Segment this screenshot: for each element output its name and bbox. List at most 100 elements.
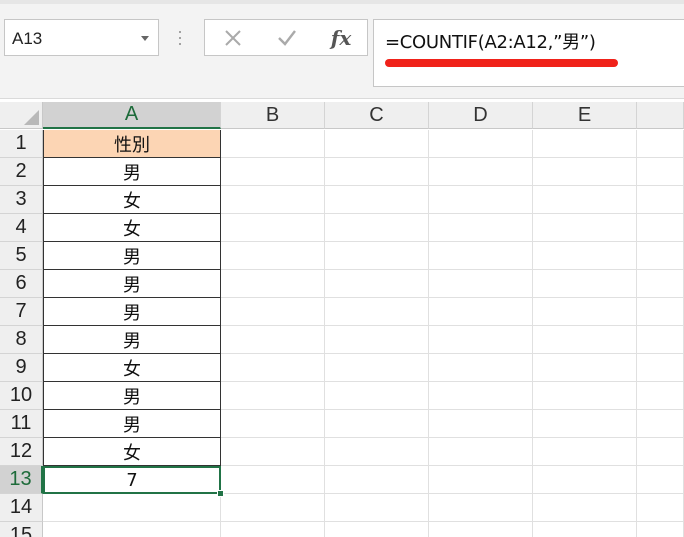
cell-d6[interactable] — [429, 270, 533, 298]
cell-a11[interactable]: 男 — [43, 410, 221, 438]
row-header-3[interactable]: 3 — [0, 186, 43, 214]
cell-f8[interactable] — [637, 326, 684, 354]
cell-b10[interactable] — [221, 382, 325, 410]
cell-a13[interactable]: 7 — [43, 466, 221, 494]
cell-d14[interactable] — [429, 494, 533, 522]
cell-c5[interactable] — [325, 242, 429, 270]
cell-b7[interactable] — [221, 298, 325, 326]
cell-a3[interactable]: 女 — [43, 186, 221, 214]
cell-b3[interactable] — [221, 186, 325, 214]
row-header-13[interactable]: 13 — [0, 466, 43, 494]
cell-a15[interactable] — [43, 522, 221, 537]
cancel-button[interactable] — [211, 20, 255, 55]
column-header-f[interactable] — [637, 102, 684, 129]
cell-e8[interactable] — [533, 326, 637, 354]
cell-c7[interactable] — [325, 298, 429, 326]
cell-c8[interactable] — [325, 326, 429, 354]
cell-c2[interactable] — [325, 158, 429, 186]
cell-f10[interactable] — [637, 382, 684, 410]
row-header-10[interactable]: 10 — [0, 382, 43, 410]
row-header-9[interactable]: 9 — [0, 354, 43, 382]
cell-c10[interactable] — [325, 382, 429, 410]
cell-d9[interactable] — [429, 354, 533, 382]
cell-c11[interactable] — [325, 410, 429, 438]
cell-e7[interactable] — [533, 298, 637, 326]
column-header-a[interactable]: A — [43, 102, 221, 129]
cell-f3[interactable] — [637, 186, 684, 214]
cell-d13[interactable] — [429, 466, 533, 494]
cell-e6[interactable] — [533, 270, 637, 298]
cell-e5[interactable] — [533, 242, 637, 270]
cell-b11[interactable] — [221, 410, 325, 438]
cell-b14[interactable] — [221, 494, 325, 522]
cell-f14[interactable] — [637, 494, 684, 522]
cell-c1[interactable] — [325, 130, 429, 158]
cell-a5[interactable]: 男 — [43, 242, 221, 270]
cell-c3[interactable] — [325, 186, 429, 214]
cell-a8[interactable]: 男 — [43, 326, 221, 354]
cell-e12[interactable] — [533, 438, 637, 466]
row-header-8[interactable]: 8 — [0, 326, 43, 354]
cell-a14[interactable] — [43, 494, 221, 522]
cell-e2[interactable] — [533, 158, 637, 186]
cell-f4[interactable] — [637, 214, 684, 242]
cell-b8[interactable] — [221, 326, 325, 354]
row-header-1[interactable]: 1 — [0, 130, 43, 158]
cell-e14[interactable] — [533, 494, 637, 522]
cell-d5[interactable] — [429, 242, 533, 270]
column-header-c[interactable]: C — [325, 102, 429, 129]
cell-f5[interactable] — [637, 242, 684, 270]
cell-a7[interactable]: 男 — [43, 298, 221, 326]
cell-e1[interactable] — [533, 130, 637, 158]
column-header-d[interactable]: D — [429, 102, 533, 129]
cell-d2[interactable] — [429, 158, 533, 186]
cell-e11[interactable] — [533, 410, 637, 438]
cell-f13[interactable] — [637, 466, 684, 494]
cell-a12[interactable]: 女 — [43, 438, 221, 466]
cell-a4[interactable]: 女 — [43, 214, 221, 242]
cell-c12[interactable] — [325, 438, 429, 466]
row-header-2[interactable]: 2 — [0, 158, 43, 186]
cell-c13[interactable] — [325, 466, 429, 494]
insert-function-button[interactable]: fx — [319, 20, 363, 55]
cell-c6[interactable] — [325, 270, 429, 298]
cell-c14[interactable] — [325, 494, 429, 522]
row-header-5[interactable]: 5 — [0, 242, 43, 270]
cell-b5[interactable] — [221, 242, 325, 270]
row-header-11[interactable]: 11 — [0, 410, 43, 438]
row-header-7[interactable]: 7 — [0, 298, 43, 326]
cell-e10[interactable] — [533, 382, 637, 410]
cell-b2[interactable] — [221, 158, 325, 186]
cell-d3[interactable] — [429, 186, 533, 214]
cell-d4[interactable] — [429, 214, 533, 242]
chevron-down-icon[interactable] — [141, 36, 149, 41]
formula-input[interactable]: =COUNTIF(A2:A12,”男”) — [373, 19, 684, 87]
cell-a10[interactable]: 男 — [43, 382, 221, 410]
cell-f9[interactable] — [637, 354, 684, 382]
cell-f12[interactable] — [637, 438, 684, 466]
cell-b1[interactable] — [221, 130, 325, 158]
grip-handle-icon[interactable] — [178, 28, 182, 48]
row-header-4[interactable]: 4 — [0, 214, 43, 242]
cell-f6[interactable] — [637, 270, 684, 298]
cell-d12[interactable] — [429, 438, 533, 466]
cell-e9[interactable] — [533, 354, 637, 382]
row-header-15[interactable]: 15 — [0, 522, 43, 537]
cell-b12[interactable] — [221, 438, 325, 466]
cell-e3[interactable] — [533, 186, 637, 214]
row-header-12[interactable]: 12 — [0, 438, 43, 466]
cell-f1[interactable] — [637, 130, 684, 158]
cell-b15[interactable] — [221, 522, 325, 537]
row-header-6[interactable]: 6 — [0, 270, 43, 298]
cell-f11[interactable] — [637, 410, 684, 438]
cell-f15[interactable] — [637, 522, 684, 537]
cell-b4[interactable] — [221, 214, 325, 242]
column-header-b[interactable]: B — [221, 102, 325, 129]
cell-c9[interactable] — [325, 354, 429, 382]
row-header-14[interactable]: 14 — [0, 494, 43, 522]
select-all-corner[interactable] — [0, 102, 43, 129]
cell-a6[interactable]: 男 — [43, 270, 221, 298]
cell-d15[interactable] — [429, 522, 533, 537]
cell-a9[interactable]: 女 — [43, 354, 221, 382]
cell-a2[interactable]: 男 — [43, 158, 221, 186]
